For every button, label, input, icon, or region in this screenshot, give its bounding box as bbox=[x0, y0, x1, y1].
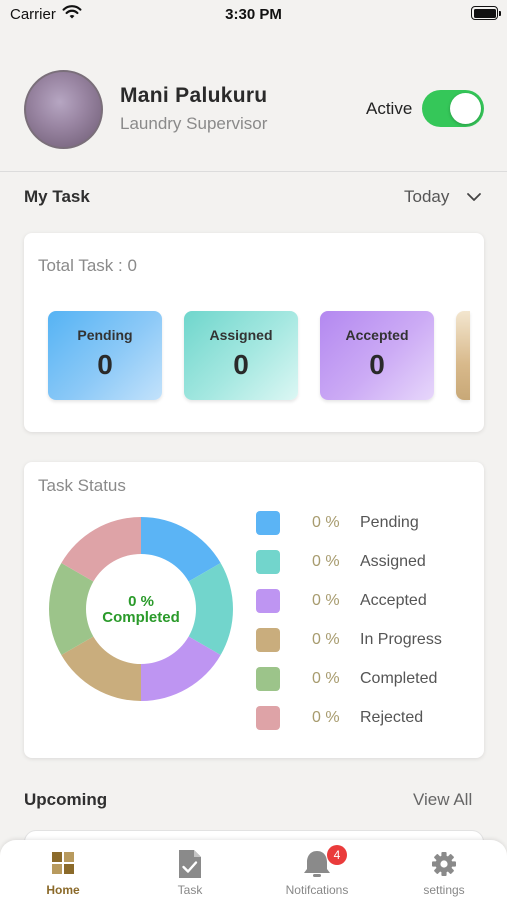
tile-label: Accepted bbox=[345, 327, 409, 343]
tab-settings[interactable]: settings bbox=[381, 840, 507, 900]
pending-tile[interactable]: Pending 0 bbox=[48, 311, 162, 400]
tab-label: Home bbox=[46, 883, 80, 897]
task-summary-card: Total Task : 0 Pending 0 Assigned 0 Acce… bbox=[24, 233, 484, 432]
chevron-down-icon[interactable] bbox=[466, 189, 482, 205]
tab-label: Task bbox=[177, 883, 203, 897]
tab-notifications[interactable]: 4 Notifcations bbox=[254, 840, 380, 900]
task-status-title: Task Status bbox=[38, 476, 126, 495]
legend-label: In Progress bbox=[360, 631, 442, 648]
date-filter-value[interactable]: Today bbox=[404, 187, 449, 207]
profile-header: Mani Palukuru Laundry Supervisor Active bbox=[0, 60, 507, 170]
status-bar: Carrier 3:30 PM bbox=[0, 0, 507, 30]
status-donut-chart: 0 % Completed bbox=[48, 516, 234, 702]
bell-icon bbox=[304, 851, 330, 877]
gear-icon bbox=[432, 852, 456, 876]
legend-swatch bbox=[256, 667, 280, 691]
my-task-heading: My Task bbox=[24, 187, 90, 206]
total-task-label: Total Task : 0 bbox=[38, 256, 137, 275]
tab-home[interactable]: Home bbox=[0, 840, 126, 900]
battery-icon bbox=[471, 6, 501, 20]
legend-swatch bbox=[256, 628, 280, 652]
in-progress-tile-partial[interactable] bbox=[456, 311, 470, 400]
legend-label: Accepted bbox=[360, 592, 427, 609]
legend-label: Rejected bbox=[360, 709, 424, 726]
legend-label: Pending bbox=[360, 514, 419, 531]
donut-center-label: Completed bbox=[102, 609, 180, 626]
tile-count: 0 bbox=[97, 349, 113, 380]
tile-label: Assigned bbox=[209, 327, 273, 343]
avatar[interactable] bbox=[24, 70, 103, 149]
grid-icon bbox=[52, 852, 74, 874]
tile-count: 0 bbox=[233, 349, 249, 380]
donut-center-text: 0 % Completed bbox=[48, 594, 234, 626]
header-divider bbox=[0, 171, 507, 172]
user-role: Laundry Supervisor bbox=[120, 114, 268, 133]
status-label: Active bbox=[366, 99, 413, 118]
donut-center-value: 0 % bbox=[128, 593, 154, 610]
upcoming-heading: Upcoming bbox=[24, 790, 108, 809]
tab-label: Notifcations bbox=[285, 883, 349, 897]
tile-count: 0 bbox=[369, 349, 385, 380]
legend-label: Assigned bbox=[360, 553, 426, 570]
legend-swatch bbox=[256, 511, 280, 535]
notification-badge: 4 bbox=[327, 845, 347, 865]
user-name: Mani Palukuru bbox=[120, 84, 268, 107]
toggle-knob bbox=[450, 93, 481, 124]
tile-label: Pending bbox=[77, 327, 133, 343]
legend-swatch bbox=[256, 589, 280, 613]
accepted-tile[interactable]: Accepted 0 bbox=[320, 311, 434, 400]
assigned-tile[interactable]: Assigned 0 bbox=[184, 311, 298, 400]
active-toggle[interactable] bbox=[422, 90, 484, 127]
view-all-link[interactable]: View All bbox=[413, 790, 472, 810]
legend-label: Completed bbox=[360, 670, 438, 687]
task-status-card: Task Status 0 % Completed 0 % Pending 0 … bbox=[24, 462, 484, 758]
legend-swatch bbox=[256, 706, 280, 730]
tab-label: settings bbox=[423, 883, 465, 897]
tab-task[interactable]: Task bbox=[127, 840, 253, 900]
bottom-tab-bar: Home Task 4 Notifcations settings bbox=[0, 840, 507, 900]
clock-time: 3:30 PM bbox=[225, 6, 282, 23]
clipboard-check-icon bbox=[179, 850, 201, 878]
legend-swatch bbox=[256, 550, 280, 574]
